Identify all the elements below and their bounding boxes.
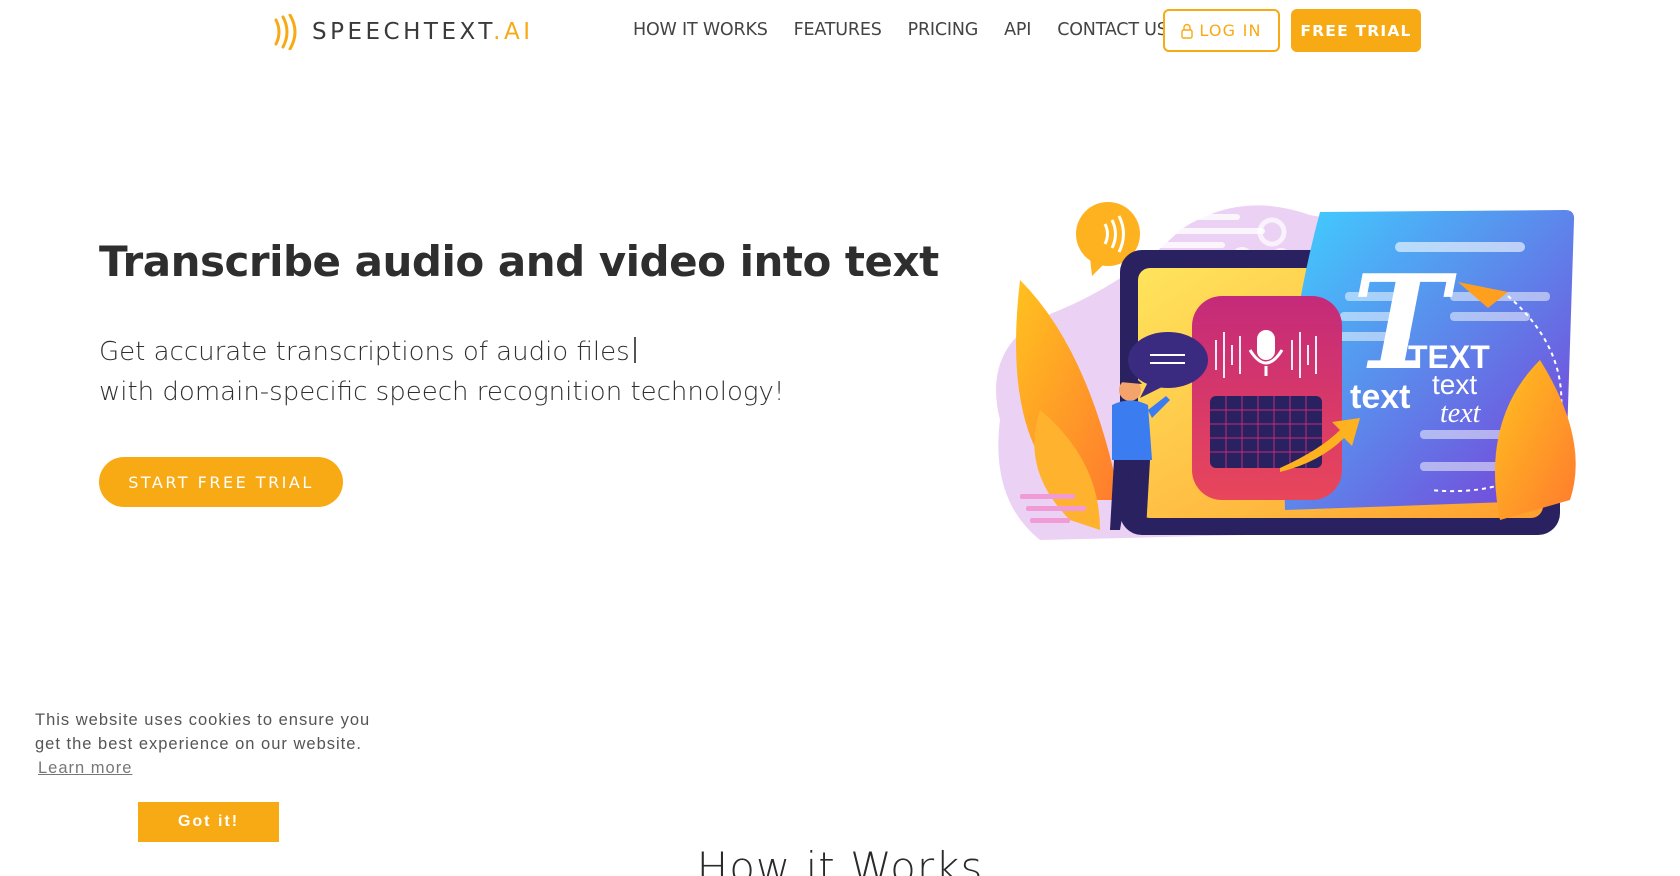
site-header: SPEECHTEXT.AI HOW IT WORKS FEATURES PRIC…	[0, 0, 1680, 66]
typing-cursor	[633, 337, 636, 363]
free-trial-button[interactable]: FREE TRIAL	[1291, 9, 1421, 52]
cookie-accept-button[interactable]: Got it!	[138, 802, 279, 842]
logo[interactable]: SPEECHTEXT.AI	[272, 12, 533, 52]
start-free-trial-button[interactable]: START FREE TRIAL	[99, 457, 343, 507]
section-title: How it Works	[696, 843, 984, 876]
illustration-word-bold: text	[1350, 378, 1410, 416]
cookie-banner: This website uses cookies to ensure you …	[35, 708, 380, 842]
main-nav: HOW IT WORKS FEATURES PRICING API CONTAC…	[633, 20, 1168, 40]
hero-subtitle-line-1: Get accurate transcriptions of audio fil…	[99, 337, 630, 367]
speech-to-text-illustration: T TEXT text text text	[996, 202, 1576, 540]
nav-how-it-works[interactable]: HOW IT WORKS	[633, 20, 768, 40]
hero-subtitle-line-2: with domain-specific speech recognition …	[99, 377, 785, 407]
nav-features[interactable]: FEATURES	[794, 20, 882, 40]
learn-more-link[interactable]: Learn more	[38, 759, 380, 778]
lock-icon	[1181, 23, 1194, 39]
login-label: LOG IN	[1199, 21, 1262, 40]
logo-suffix: .AI	[493, 19, 534, 45]
hero-title: Transcribe audio and video into text	[99, 237, 939, 286]
nav-api[interactable]: API	[1004, 20, 1031, 40]
nav-contact-us[interactable]: CONTACT US	[1057, 20, 1168, 40]
illustration-word-plain: text	[1432, 369, 1477, 400]
illustration-word-italic: text	[1440, 398, 1482, 429]
sound-waves-logo-icon	[274, 14, 297, 50]
hero-subtitle: Get accurate transcriptions of audio fil…	[99, 332, 784, 412]
cookie-message: This website uses cookies to ensure you …	[35, 711, 371, 753]
login-button[interactable]: LOG IN	[1163, 9, 1280, 52]
nav-pricing[interactable]: PRICING	[908, 20, 979, 40]
logo-text: SPEECHTEXT.AI	[312, 19, 534, 45]
